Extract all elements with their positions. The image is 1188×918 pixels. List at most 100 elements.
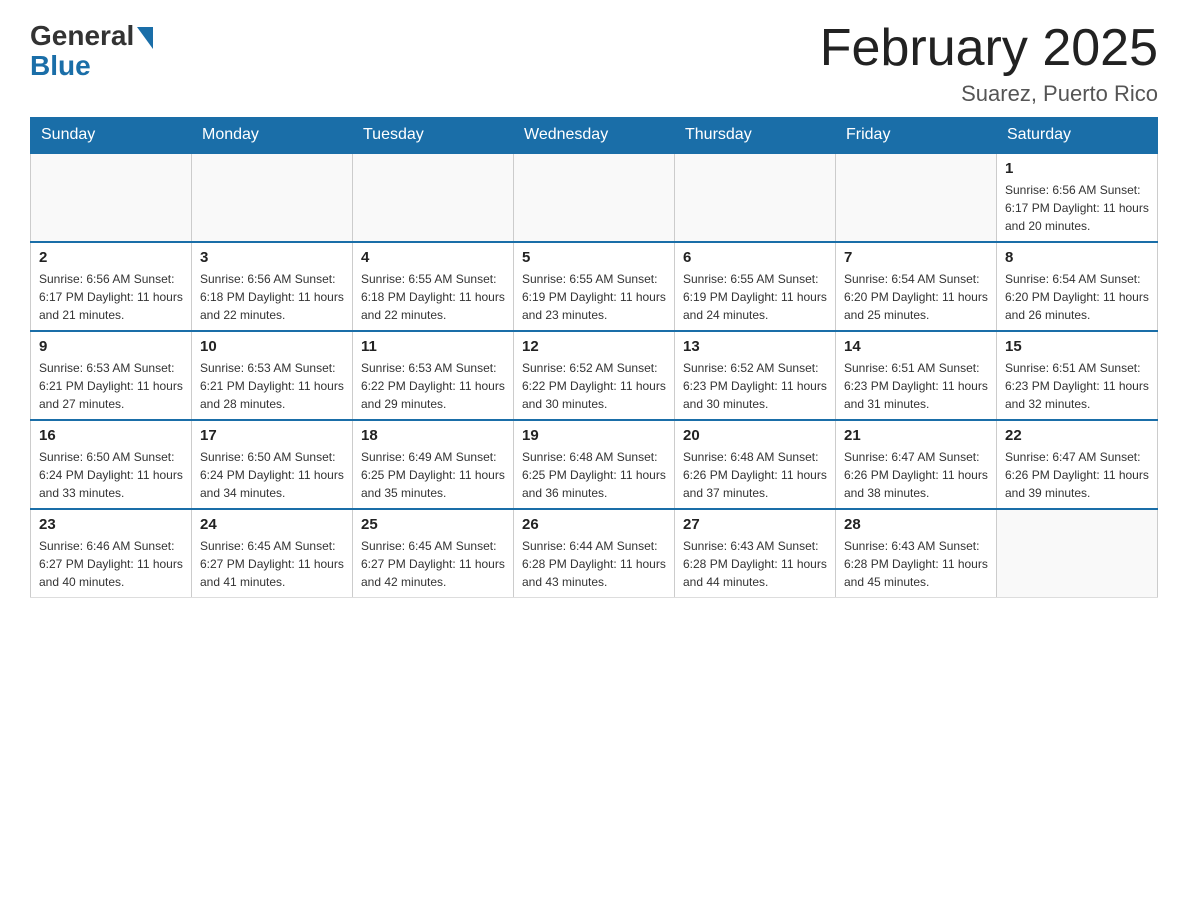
day-number: 21 [844,427,988,444]
calendar-week-row: 23Sunrise: 6:46 AM Sunset: 6:27 PM Dayli… [31,509,1158,598]
table-row: 13 Sunrise: 6:52 AM Sunset: 6:23 PM Dayli… [675,331,836,420]
day-number: 27 [683,516,827,533]
day-info: Sunrise: 6:49 AM Sunset: 6:25 PM Dayligh… [361,448,505,502]
table-row [997,509,1158,598]
calendar-table: Sunday Monday Tuesday Wednesday Thursday… [30,117,1158,598]
day-info: Sunrise: 6:48 AM Sunset: 6:26 PM Dayligh… [683,448,827,502]
table-row: 10 Sunrise: 6:53 AM Sunset: 6:21 PM Dayli… [192,331,353,420]
day-number: 14 [844,338,988,355]
table-row: 21 Sunrise: 6:47 AM Sunset: 6:26 PM Dayli… [836,420,997,509]
day-number: 20 [683,427,827,444]
table-row: 1 Sunrise: 6:56 AM Sunset: 6:17 PM Daylig… [997,153,1158,242]
day-number: 3 [200,249,344,266]
table-row: 19 Sunrise: 6:48 AM Sunset: 6:25 PM Dayli… [514,420,675,509]
day-info: Sunrise: 6:55 AM Sunset: 6:19 PM Dayligh… [522,270,666,324]
day-number: 7 [844,249,988,266]
table-row: 16Sunrise: 6:50 AM Sunset: 6:24 PM Dayli… [31,420,192,509]
calendar-week-row: 9 Sunrise: 6:53 AM Sunset: 6:21 PM Daylig… [31,331,1158,420]
day-info: Sunrise: 6:53 AM Sunset: 6:22 PM Dayligh… [361,359,505,413]
table-row [31,153,192,242]
day-info: Sunrise: 6:50 AM Sunset: 6:24 PM Dayligh… [200,448,344,502]
table-row [514,153,675,242]
day-info: Sunrise: 6:51 AM Sunset: 6:23 PM Dayligh… [844,359,988,413]
day-info: Sunrise: 6:52 AM Sunset: 6:23 PM Dayligh… [683,359,827,413]
day-number: 23 [39,516,183,533]
calendar-week-row: 1 Sunrise: 6:56 AM Sunset: 6:17 PM Daylig… [31,153,1158,242]
table-row: 4Sunrise: 6:55 AM Sunset: 6:18 PM Daylig… [353,242,514,331]
table-row [192,153,353,242]
day-number: 8 [1005,249,1149,266]
table-row: 11Sunrise: 6:53 AM Sunset: 6:22 PM Dayli… [353,331,514,420]
table-row: 22 Sunrise: 6:47 AM Sunset: 6:26 PM Dayli… [997,420,1158,509]
table-row: 24 Sunrise: 6:45 AM Sunset: 6:27 PM Dayli… [192,509,353,598]
table-row: 25Sunrise: 6:45 AM Sunset: 6:27 PM Dayli… [353,509,514,598]
day-info: Sunrise: 6:44 AM Sunset: 6:28 PM Dayligh… [522,537,666,591]
day-info: Sunrise: 6:54 AM Sunset: 6:20 PM Dayligh… [844,270,988,324]
table-row: 3 Sunrise: 6:56 AM Sunset: 6:18 PM Daylig… [192,242,353,331]
day-number: 28 [844,516,988,533]
day-number: 6 [683,249,827,266]
logo-blue-text: Blue [30,50,91,82]
table-row: 18 Sunrise: 6:49 AM Sunset: 6:25 PM Dayli… [353,420,514,509]
day-number: 16 [39,427,183,444]
table-row: 5 Sunrise: 6:55 AM Sunset: 6:19 PM Daylig… [514,242,675,331]
day-number: 10 [200,338,344,355]
table-row [836,153,997,242]
table-row [353,153,514,242]
col-monday: Monday [192,118,353,154]
table-row: 15 Sunrise: 6:51 AM Sunset: 6:23 PM Dayli… [997,331,1158,420]
table-row: 7 Sunrise: 6:54 AM Sunset: 6:20 PM Daylig… [836,242,997,331]
day-info: Sunrise: 6:55 AM Sunset: 6:18 PM Dayligh… [361,270,505,324]
day-number: 12 [522,338,666,355]
day-number: 15 [1005,338,1149,355]
day-number: 18 [361,427,505,444]
day-number: 24 [200,516,344,533]
calendar-week-row: 16 Sunrise: 6:50 AM Sunset: 6:24 PM Dayli… [31,420,1158,509]
day-info: Sunrise: 6:45 AM Sunset: 6:27 PM Dayligh… [200,537,344,591]
page-header: General Blue February 2025 Suarez, Puert… [30,20,1158,107]
table-row: 6 Sunrise: 6:55 AM Sunset: 6:19 PM Daylig… [675,242,836,331]
day-info: Sunrise: 6:56 AM Sunset: 6:17 PM Dayligh… [39,270,183,324]
col-wednesday: Wednesday [514,118,675,154]
day-info: Sunrise: 6:53 AM Sunset: 6:21 PM Dayligh… [39,359,183,413]
col-saturday: Saturday [997,118,1158,154]
day-info: Sunrise: 6:55 AM Sunset: 6:19 PM Dayligh… [683,270,827,324]
table-row: 17Sunrise: 6:50 AM Sunset: 6:24 PM Dayli… [192,420,353,509]
calendar-week-row: 2 Sunrise: 6:56 AM Sunset: 6:17 PM Daylig… [31,242,1158,331]
day-info: Sunrise: 6:54 AM Sunset: 6:20 PM Dayligh… [1005,270,1149,324]
table-row: 27 Sunrise: 6:43 AM Sunset: 6:28 PM Dayli… [675,509,836,598]
day-number: 5 [522,249,666,266]
day-number: 9 [39,338,183,355]
day-info: Sunrise: 6:43 AM Sunset: 6:28 PM Dayligh… [683,537,827,591]
table-row: 26 Sunrise: 6:44 AM Sunset: 6:28 PM Dayli… [514,509,675,598]
table-row: 2 Sunrise: 6:56 AM Sunset: 6:17 PM Daylig… [31,242,192,331]
day-info: Sunrise: 6:47 AM Sunset: 6:26 PM Dayligh… [1005,448,1149,502]
day-info: Sunrise: 6:53 AM Sunset: 6:21 PM Dayligh… [200,359,344,413]
table-row: 9 Sunrise: 6:53 AM Sunset: 6:21 PM Daylig… [31,331,192,420]
day-number: 1 [1005,160,1149,177]
day-info: Sunrise: 6:43 AM Sunset: 6:28 PM Dayligh… [844,537,988,591]
month-title: February 2025 [820,20,1158,77]
table-row: 12 Sunrise: 6:52 AM Sunset: 6:22 PM Dayli… [514,331,675,420]
day-number: 2 [39,249,183,266]
day-number: 22 [1005,427,1149,444]
logo-general-text: General [30,20,134,52]
day-info: Sunrise: 6:56 AM Sunset: 6:18 PM Dayligh… [200,270,344,324]
table-row: 8 Sunrise: 6:54 AM Sunset: 6:20 PM Daylig… [997,242,1158,331]
logo: General Blue [30,20,153,82]
day-info: Sunrise: 6:51 AM Sunset: 6:23 PM Dayligh… [1005,359,1149,413]
col-thursday: Thursday [675,118,836,154]
day-number: 13 [683,338,827,355]
table-row: 28 Sunrise: 6:43 AM Sunset: 6:28 PM Dayli… [836,509,997,598]
location-subtitle: Suarez, Puerto Rico [820,81,1158,107]
col-friday: Friday [836,118,997,154]
day-info: Sunrise: 6:47 AM Sunset: 6:26 PM Dayligh… [844,448,988,502]
day-info: Sunrise: 6:56 AM Sunset: 6:17 PM Dayligh… [1005,181,1149,235]
day-number: 19 [522,427,666,444]
day-info: Sunrise: 6:45 AM Sunset: 6:27 PM Dayligh… [361,537,505,591]
day-info: Sunrise: 6:52 AM Sunset: 6:22 PM Dayligh… [522,359,666,413]
table-row: 20 Sunrise: 6:48 AM Sunset: 6:26 PM Dayli… [675,420,836,509]
day-number: 26 [522,516,666,533]
table-row: 14 Sunrise: 6:51 AM Sunset: 6:23 PM Dayli… [836,331,997,420]
day-info: Sunrise: 6:48 AM Sunset: 6:25 PM Dayligh… [522,448,666,502]
